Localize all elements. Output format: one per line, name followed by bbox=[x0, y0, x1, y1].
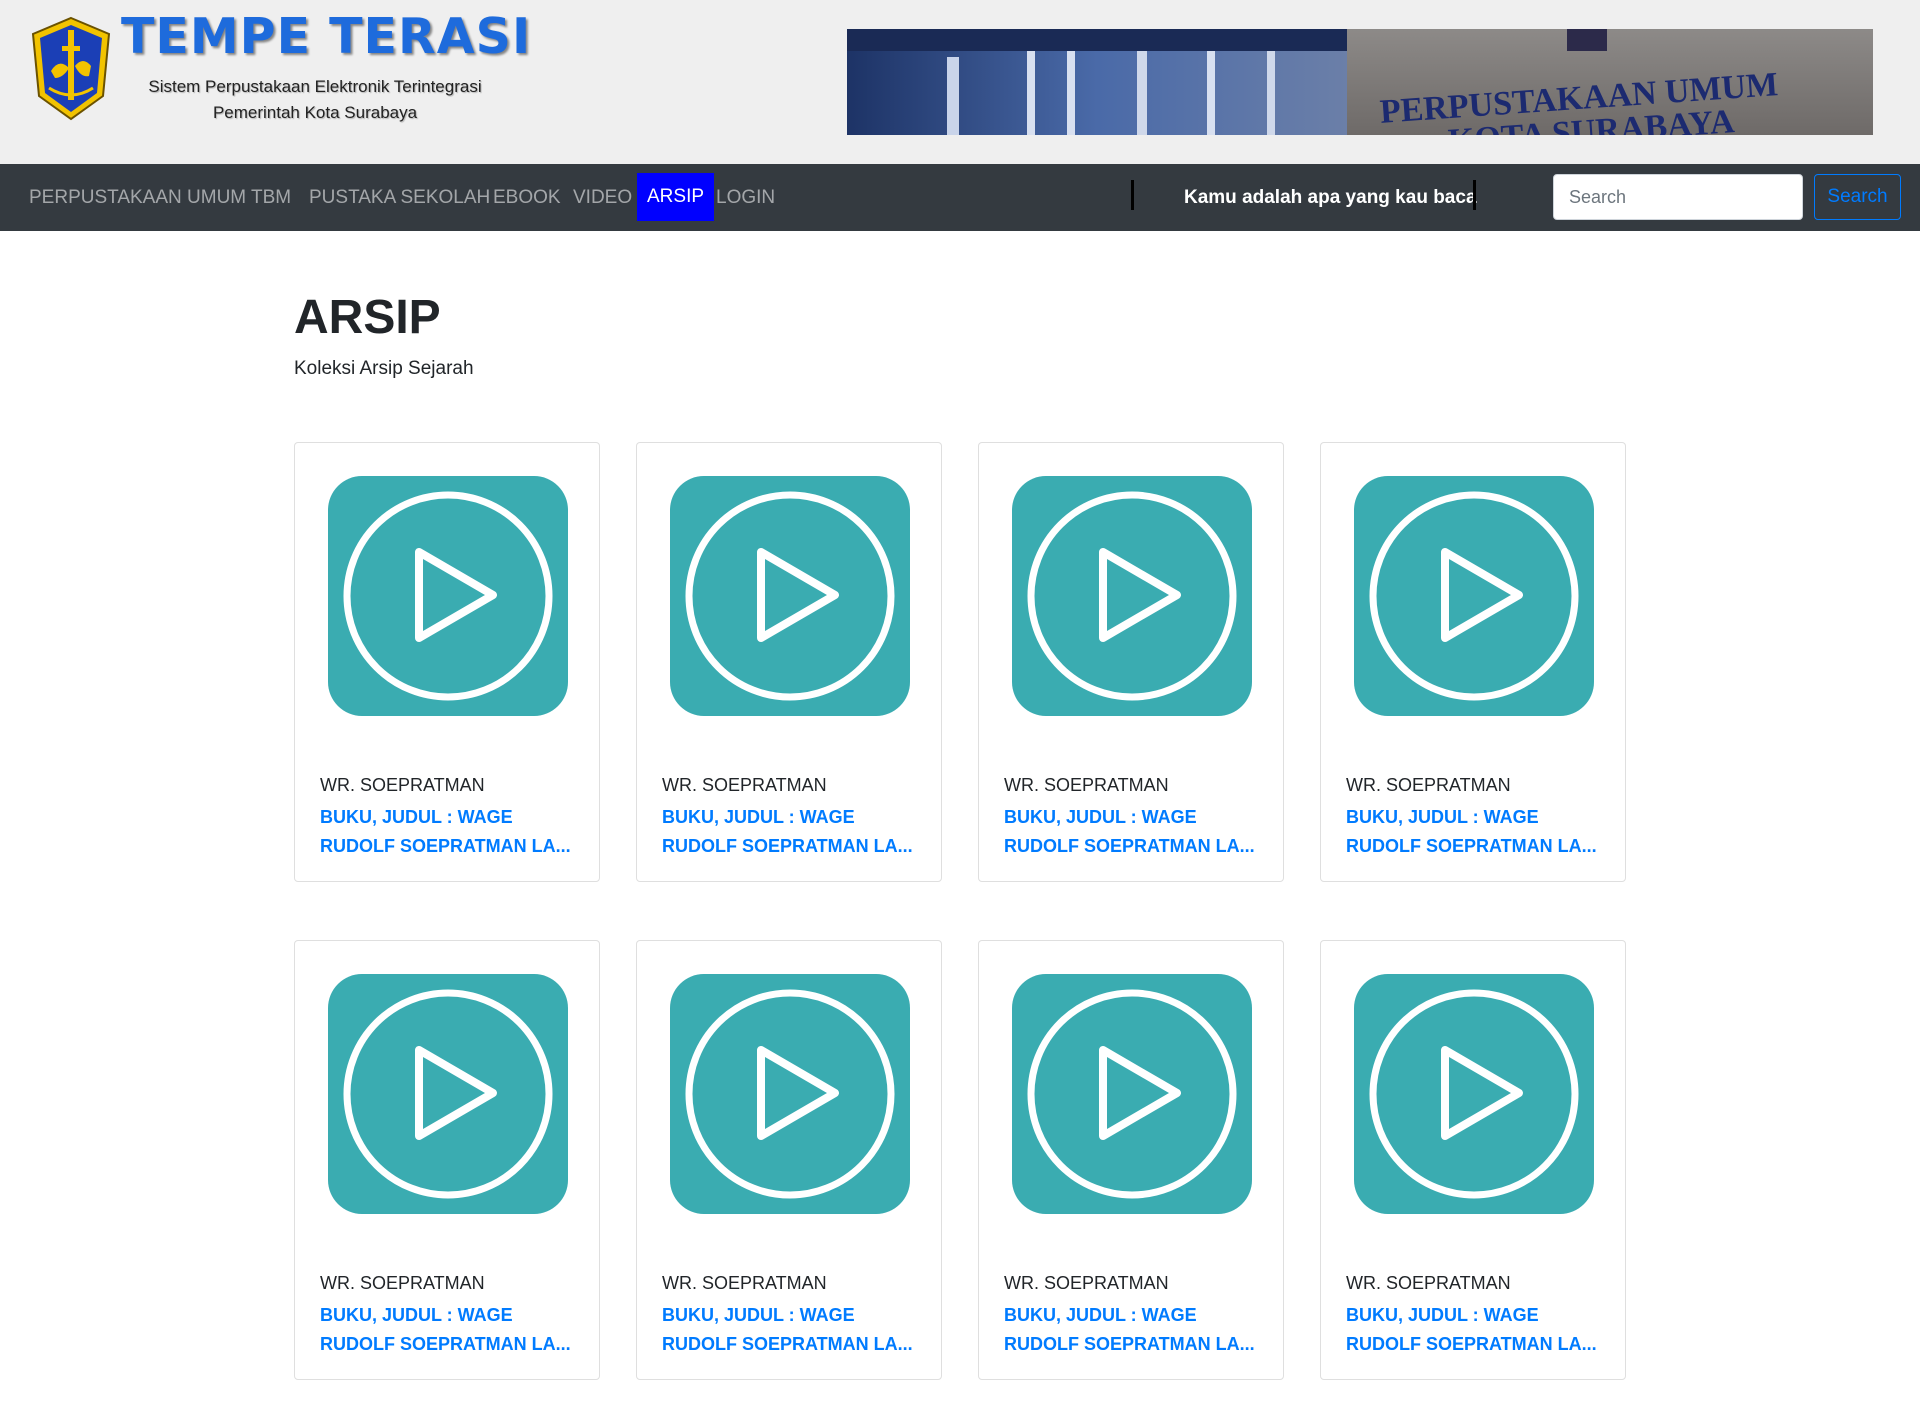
card-title-line-1: BUKU, JUDUL : WAGE bbox=[1004, 807, 1197, 827]
card-title-line-1: BUKU, JUDUL : WAGE bbox=[320, 807, 513, 827]
nav-item-ebook[interactable]: EBOOK bbox=[493, 164, 561, 231]
card-title-link[interactable]: BUKU, JUDUL : WAGE RUDOLF SOEPRATMAN LA..… bbox=[1346, 803, 1608, 861]
card-title-line-1: BUKU, JUDUL : WAGE bbox=[662, 1305, 855, 1325]
header-banner-image: PERPUSTAKAAN UMUM KOTA SURABAYA bbox=[847, 29, 1873, 135]
card-title-link[interactable]: BUKU, JUDUL : WAGE RUDOLF SOEPRATMAN LA..… bbox=[662, 803, 924, 861]
card-title-line-1: BUKU, JUDUL : WAGE bbox=[1346, 807, 1539, 827]
marquee-tagline: Kamu adalah apa yang kau baca bbox=[1184, 187, 1477, 208]
surabaya-crest-icon[interactable] bbox=[29, 16, 113, 121]
card-author: WR. SOEPRATMAN bbox=[1346, 1273, 1511, 1293]
archive-card[interactable]: WR. SOEPRATMAN BUKU, JUDUL : WAGE RUDOLF … bbox=[1320, 940, 1626, 1380]
archive-card[interactable]: WR. SOEPRATMAN BUKU, JUDUL : WAGE RUDOLF … bbox=[978, 940, 1284, 1380]
brand-subtitle-line-2: Pemerintah Kota Surabaya bbox=[212, 103, 418, 122]
card-title-line-1: BUKU, JUDUL : WAGE bbox=[320, 1305, 513, 1325]
card-author: WR. SOEPRATMAN bbox=[662, 1273, 827, 1293]
card-title-line-1: BUKU, JUDUL : WAGE bbox=[662, 807, 855, 827]
card-title-line-2: RUDOLF SOEPRATMAN LA... bbox=[1346, 836, 1597, 856]
card-title-line-2: RUDOLF SOEPRATMAN LA... bbox=[662, 1334, 913, 1354]
search-button[interactable]: Search bbox=[1814, 174, 1901, 220]
card-title-link[interactable]: BUKU, JUDUL : WAGE RUDOLF SOEPRATMAN LA..… bbox=[320, 803, 582, 861]
card-title-line-1: BUKU, JUDUL : WAGE bbox=[1346, 1305, 1539, 1325]
card-title-link[interactable]: BUKU, JUDUL : WAGE RUDOLF SOEPRATMAN LA..… bbox=[320, 1301, 582, 1359]
card-title-line-2: RUDOLF SOEPRATMAN LA... bbox=[320, 836, 571, 856]
page-title: ARSIP bbox=[294, 291, 441, 344]
nav-item-perpustakaan-umum[interactable]: PERPUSTAKAAN UMUM bbox=[29, 164, 246, 231]
card-author: WR. SOEPRATMAN bbox=[1346, 775, 1511, 795]
site-header: TEMPE TERASI Sistem Perpustakaan Elektro… bbox=[0, 0, 1920, 164]
play-circle-icon[interactable] bbox=[1354, 974, 1594, 1214]
archive-card[interactable]: WR. SOEPRATMAN BUKU, JUDUL : WAGE RUDOLF … bbox=[294, 442, 600, 882]
nav-item-login[interactable]: LOGIN bbox=[716, 164, 775, 231]
play-circle-icon[interactable] bbox=[1012, 974, 1252, 1214]
play-circle-icon[interactable] bbox=[670, 476, 910, 716]
archive-card[interactable]: WR. SOEPRATMAN BUKU, JUDUL : WAGE RUDOLF … bbox=[1320, 442, 1626, 882]
card-author: WR. SOEPRATMAN bbox=[662, 775, 827, 795]
brand-title[interactable]: TEMPE TERASI bbox=[121, 8, 531, 65]
search-input[interactable] bbox=[1553, 174, 1803, 220]
play-circle-icon[interactable] bbox=[328, 476, 568, 716]
archive-card[interactable]: WR. SOEPRATMAN BUKU, JUDUL : WAGE RUDOLF … bbox=[636, 940, 942, 1380]
card-title-line-1: BUKU, JUDUL : WAGE bbox=[1004, 1305, 1197, 1325]
card-author: WR. SOEPRATMAN bbox=[1004, 775, 1169, 795]
archive-card[interactable]: WR. SOEPRATMAN BUKU, JUDUL : WAGE RUDOLF … bbox=[636, 442, 942, 882]
card-author: WR. SOEPRATMAN bbox=[320, 1273, 485, 1293]
card-title-line-2: RUDOLF SOEPRATMAN LA... bbox=[1004, 836, 1255, 856]
card-author: WR. SOEPRATMAN bbox=[1004, 1273, 1169, 1293]
card-title-line-2: RUDOLF SOEPRATMAN LA... bbox=[1004, 1334, 1255, 1354]
play-circle-icon[interactable] bbox=[328, 974, 568, 1214]
play-circle-icon[interactable] bbox=[1354, 476, 1594, 716]
archive-card[interactable]: WR. SOEPRATMAN BUKU, JUDUL : WAGE RUDOLF … bbox=[978, 442, 1284, 882]
brand-subtitle-line-1: Sistem Perpustakaan Elektronik Terintegr… bbox=[148, 77, 482, 96]
card-title-line-2: RUDOLF SOEPRATMAN LA... bbox=[662, 836, 913, 856]
card-title-line-2: RUDOLF SOEPRATMAN LA... bbox=[320, 1334, 571, 1354]
card-title-link[interactable]: BUKU, JUDUL : WAGE RUDOLF SOEPRATMAN LA..… bbox=[1004, 803, 1266, 861]
nav-item-pustaka-sekolah[interactable]: PUSTAKA SEKOLAH bbox=[309, 164, 490, 231]
brand-subtitle: Sistem Perpustakaan Elektronik Terintegr… bbox=[130, 74, 500, 126]
nav-item-tbm[interactable]: TBM bbox=[251, 164, 291, 231]
card-title-link[interactable]: BUKU, JUDUL : WAGE RUDOLF SOEPRATMAN LA..… bbox=[662, 1301, 924, 1359]
nav-item-video[interactable]: VIDEO bbox=[573, 164, 632, 231]
card-title-line-2: RUDOLF SOEPRATMAN LA... bbox=[1346, 1334, 1597, 1354]
nav-item-arsip[interactable]: ARSIP bbox=[637, 173, 715, 221]
archive-card[interactable]: WR. SOEPRATMAN BUKU, JUDUL : WAGE RUDOLF … bbox=[294, 940, 600, 1380]
card-author: WR. SOEPRATMAN bbox=[320, 775, 485, 795]
card-title-link[interactable]: BUKU, JUDUL : WAGE RUDOLF SOEPRATMAN LA..… bbox=[1346, 1301, 1608, 1359]
page-subtitle: Koleksi Arsip Sejarah bbox=[294, 358, 474, 379]
play-circle-icon[interactable] bbox=[670, 974, 910, 1214]
marquee-divider-right bbox=[1473, 180, 1476, 210]
card-title-link[interactable]: BUKU, JUDUL : WAGE RUDOLF SOEPRATMAN LA..… bbox=[1004, 1301, 1266, 1359]
play-circle-icon[interactable] bbox=[1012, 476, 1252, 716]
marquee-divider-left bbox=[1131, 180, 1134, 210]
